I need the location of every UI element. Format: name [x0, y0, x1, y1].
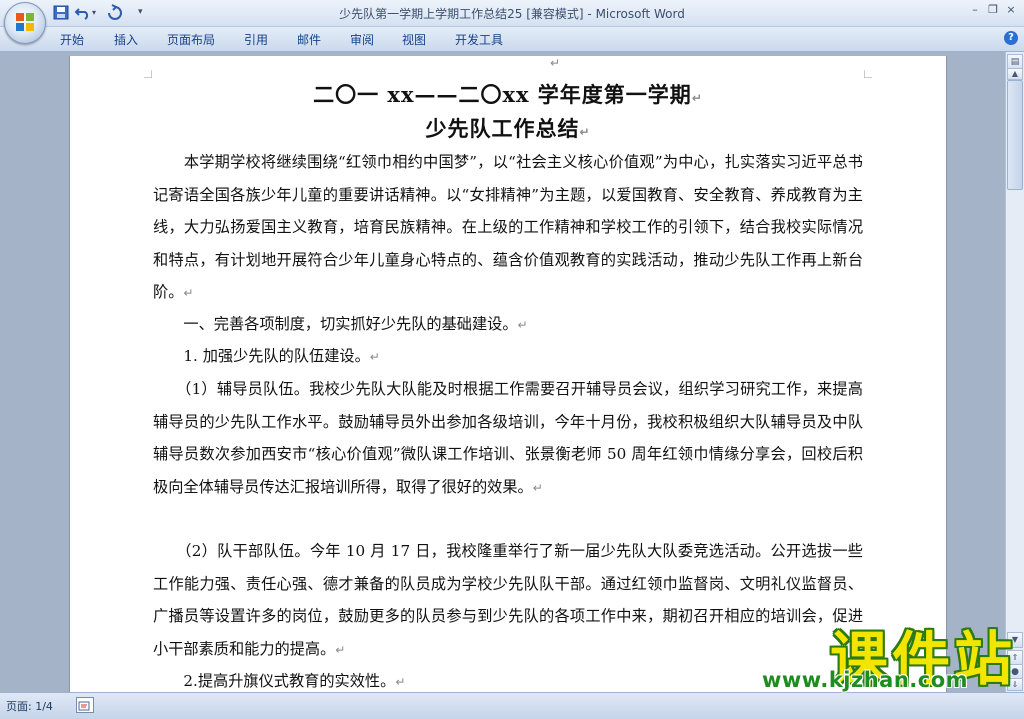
tab-home[interactable]: 开始 — [60, 31, 84, 48]
tab-references[interactable]: 引用 — [244, 31, 268, 48]
document-page[interactable]: ↵ 二〇一 xx——二〇xx 学年度第一学期↵ 少先队工作总结↵ 本学期学校将继… — [69, 56, 947, 692]
paragraph-mark: ↵ — [183, 286, 194, 300]
heading1-text: 二〇一 xx——二〇xx 学年度第一学期 — [313, 82, 692, 107]
crop-mark-icon — [864, 70, 872, 78]
vertical-scrollbar[interactable]: ▤ ▲ ▼ ⇑ ● ⇓ — [1005, 52, 1024, 692]
subsection-heading: 1. 加强少先队的队伍建设。↵ — [153, 340, 863, 374]
heading2-text: 少先队工作总结 — [425, 116, 580, 141]
document-workspace[interactable]: ↵ 二〇一 xx——二〇xx 学年度第一学期↵ 少先队工作总结↵ 本学期学校将继… — [0, 52, 1006, 692]
tab-view[interactable]: 视图 — [402, 31, 426, 48]
tab-review[interactable]: 审阅 — [350, 31, 374, 48]
title-bar: ▾ ▾ 少先队第一学期上学期工作总结25 [兼容模式] - Microsoft … — [0, 0, 1024, 44]
page-counter[interactable]: 页面: 1/4 — [6, 698, 53, 714]
section-heading: 一、完善各项制度，切实抓好少先队的基础建设。↵ — [153, 308, 863, 342]
paragraph-mark: ↵ — [395, 675, 406, 689]
status-bar: 页面: 1/4 — [0, 692, 1024, 719]
crop-mark-icon — [144, 70, 152, 78]
document-heading-line2: 少先队工作总结↵ — [153, 113, 863, 143]
paragraph-mark: ↵ — [532, 480, 543, 495]
paragraph-text: 本学期学校将继续围绕“红领巾相约中国梦”，以“社会主义核心价值观”为中心，扎实落… — [153, 153, 863, 301]
body-paragraph: （2）队干部队伍。今年 10 月 17 日，我校隆重举行了新一届少先队大队委竞选… — [153, 535, 863, 666]
paragraph-text: （1）辅导员队伍。我校少先队大队能及时根据工作需要召开辅导员会议，组织学习研究工… — [153, 380, 863, 496]
tab-page-layout[interactable]: 页面布局 — [167, 31, 215, 48]
application-name: Microsoft Word — [595, 7, 685, 21]
paragraph-mark: ↵ — [550, 56, 561, 70]
ribbon-tab-bar: 开始 插入 页面布局 引用 邮件 审阅 视图 开发工具 ? — [0, 27, 1024, 52]
paragraph-mark: ↵ — [369, 350, 380, 364]
office-button[interactable] — [4, 2, 46, 44]
paragraph-mark: ↵ — [691, 91, 703, 105]
paragraph-mark: ↵ — [579, 125, 591, 139]
paragraph-text: 2.提高升旗仪式教育的实效性。 — [153, 672, 396, 690]
minimize-button[interactable]: – — [966, 2, 984, 18]
office-logo-icon — [16, 13, 34, 31]
tab-insert[interactable]: 插入 — [114, 31, 138, 48]
paragraph-text: 1. 加强少先队的队伍建设。 — [153, 347, 370, 365]
subsection-heading: 2.提高升旗仪式教育的实效性。↵ — [153, 665, 863, 692]
paragraph-text: 一、完善各项制度，切实抓好少先队的基础建设。 — [153, 315, 518, 333]
body-paragraph: 本学期学校将继续围绕“红领巾相约中国梦”，以“社会主义核心价值观”为中心，扎实落… — [153, 146, 863, 310]
tab-mailings[interactable]: 邮件 — [297, 31, 321, 48]
paragraph-mark: ↵ — [335, 642, 346, 657]
document-title: 少先队第一学期上学期工作总结25 [兼容模式] — [339, 7, 584, 21]
close-button[interactable]: × — [1002, 2, 1020, 18]
help-icon[interactable]: ? — [1004, 31, 1018, 45]
scrollbar-thumb[interactable] — [1007, 80, 1023, 190]
scroll-up-arrow-icon[interactable]: ▲ — [1007, 68, 1023, 80]
watermark-url: www.kjzhan.com — [762, 668, 969, 692]
body-paragraph: （1）辅导员队伍。我校少先队大队能及时根据工作需要召开辅导员会议，组织学习研究工… — [153, 373, 863, 504]
proofing-status-icon[interactable] — [76, 697, 94, 713]
restore-button[interactable]: ❐ — [984, 2, 1002, 18]
title-separator: - — [583, 7, 596, 21]
watermark-logo: 课件站 www.kjzhan.com — [758, 612, 1020, 693]
document-heading-line1: 二〇一 xx——二〇xx 学年度第一学期↵ — [153, 79, 863, 109]
tab-developer[interactable]: 开发工具 — [455, 31, 503, 48]
paragraph-mark: ↵ — [517, 318, 528, 332]
paragraph-text: （2）队干部队伍。今年 10 月 17 日，我校隆重举行了新一届少先队大队委竞选… — [153, 542, 863, 658]
window-title: 少先队第一学期上学期工作总结25 [兼容模式] - Microsoft Word — [0, 5, 1024, 22]
